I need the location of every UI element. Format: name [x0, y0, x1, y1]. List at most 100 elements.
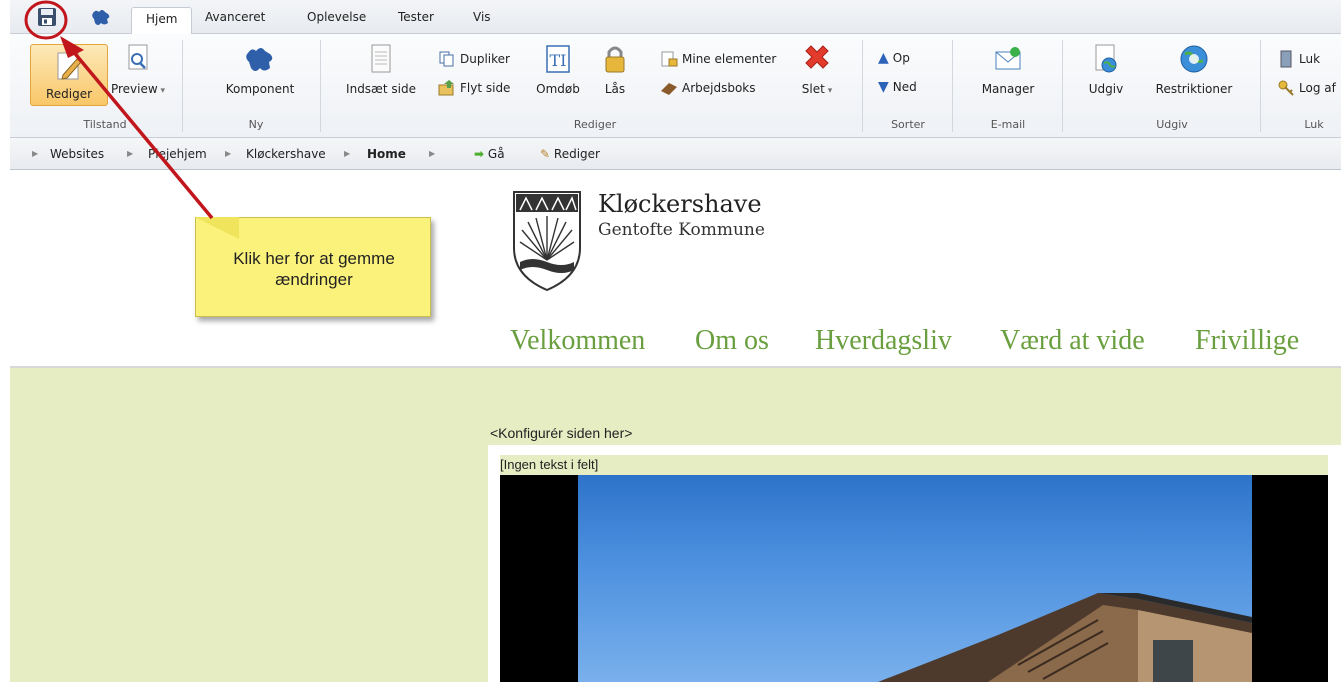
- dupliker-label: Dupliker: [460, 52, 510, 66]
- delete-icon: [800, 42, 834, 76]
- callout-fold: [195, 217, 239, 239]
- las-label: Lås: [604, 82, 626, 96]
- udgiv-label: Udgiv: [1088, 82, 1124, 96]
- email-icon: [991, 42, 1025, 76]
- arrow-right-icon: ➡: [474, 147, 485, 161]
- lock-icon: [598, 42, 632, 76]
- log-af-label: Log af: [1299, 81, 1336, 95]
- rediger-mode-button[interactable]: Rediger: [30, 44, 108, 106]
- group-label-email: E-mail: [990, 118, 1026, 131]
- empty-text-field[interactable]: [Ingen tekst i felt]: [500, 455, 1328, 475]
- divider: [182, 40, 183, 132]
- group-label-luk: Luk: [1304, 118, 1324, 131]
- tab-tester[interactable]: Tester: [398, 10, 434, 24]
- omdob-button[interactable]: TI Omdøb: [536, 42, 580, 96]
- restriktioner-button[interactable]: Restriktioner: [1144, 42, 1244, 96]
- edit-page-icon: [53, 51, 85, 86]
- svg-text:TI: TI: [550, 51, 567, 70]
- op-button[interactable]: ▲ Op: [878, 50, 910, 66]
- chevron-right-icon: ▶: [127, 149, 134, 158]
- page-icon: [364, 42, 398, 76]
- indsaet-side-label: Indsæt side: [346, 82, 416, 96]
- site-title: Kløckershave: [598, 190, 762, 218]
- group-label-udgiv: Udgiv: [1156, 118, 1188, 131]
- site-subtitle: Gentofte Kommune: [598, 220, 765, 240]
- log-af-button[interactable]: Log af: [1277, 79, 1336, 97]
- ga-button[interactable]: ➡ Gå: [474, 147, 505, 161]
- divider: [952, 40, 953, 132]
- udgiv-button[interactable]: Udgiv: [1082, 42, 1130, 96]
- tab-vis[interactable]: Vis: [473, 10, 491, 24]
- rediger-link[interactable]: ✎ Rediger: [540, 147, 600, 161]
- site-nav-om-os[interactable]: Om os: [695, 325, 769, 357]
- site-nav-frivillige[interactable]: Frivillige: [1195, 325, 1299, 357]
- ga-label: Gå: [487, 147, 505, 161]
- arbejdsboks-label: Arbejdsboks: [682, 81, 756, 95]
- building-photo[interactable]: [500, 475, 1328, 682]
- divider: [862, 40, 863, 132]
- rename-icon: TI: [541, 42, 575, 76]
- breadcrumb-klockershave[interactable]: Kløckershave: [246, 147, 326, 161]
- komponent-label: Komponent: [225, 82, 295, 96]
- coat-of-arms-logo: [512, 190, 582, 295]
- chevron-right-icon: ▶: [225, 149, 232, 158]
- tab-avanceret[interactable]: Avanceret: [205, 10, 265, 24]
- toolbox-icon: [661, 83, 677, 95]
- slet-button[interactable]: Slet ▾: [794, 42, 840, 96]
- chevron-right-icon: ▶: [344, 149, 351, 158]
- configure-page-link[interactable]: <Konfigurér siden her>: [490, 425, 632, 441]
- indsaet-side-button[interactable]: Indsæt side: [336, 42, 426, 96]
- group-label-rediger: Rediger: [573, 118, 617, 131]
- group-label-ny: Ny: [248, 118, 264, 131]
- arrow-up-icon: ▲: [878, 50, 889, 66]
- luk-button[interactable]: Luk: [1277, 50, 1320, 68]
- breadcrumb-home[interactable]: Home: [367, 147, 406, 161]
- preview-icon: [121, 42, 155, 76]
- las-button[interactable]: Lås: [598, 42, 632, 96]
- site-nav-hverdagsliv[interactable]: Hverdagsliv: [815, 325, 952, 357]
- komponent-button[interactable]: Komponent: [220, 42, 300, 96]
- flyt-side-button[interactable]: Flyt side: [438, 79, 510, 97]
- manager-button[interactable]: Manager: [972, 42, 1044, 96]
- ned-button[interactable]: ▼ Ned: [878, 79, 917, 95]
- my-elements-icon: [661, 51, 678, 67]
- chevron-down-icon: ▾: [157, 86, 166, 96]
- manager-label: Manager: [981, 82, 1035, 96]
- copy-icon: [439, 51, 454, 67]
- luk-label: Luk: [1299, 52, 1321, 66]
- group-label-sorter: Sorter: [891, 118, 925, 131]
- group-label-tilstand: Tilstand: [83, 118, 127, 131]
- op-label: Op: [892, 51, 910, 65]
- flyt-side-label: Flyt side: [460, 81, 511, 95]
- ribbon: Rediger Preview ▾ Tilstand Komponent Ny: [10, 34, 1341, 138]
- divider: [320, 40, 321, 132]
- globe-icon: [1177, 42, 1211, 76]
- breadcrumb-websites[interactable]: Websites: [50, 147, 104, 161]
- move-page-icon: [438, 80, 454, 96]
- rediger-mode-label: Rediger: [45, 87, 93, 101]
- chevron-down-icon: ▾: [824, 86, 833, 96]
- tab-oplevelse[interactable]: Oplevelse: [307, 10, 366, 24]
- arrow-down-icon: ▼: [878, 79, 889, 95]
- breadcrumb: ▶ Websites ▶ Plejehjem ▶ Kløckershave ▶ …: [10, 138, 1341, 170]
- photo-sky: [578, 475, 1252, 682]
- callout-text: Klik her for at gemme ændringer: [196, 248, 432, 290]
- dupliker-button[interactable]: Dupliker: [438, 50, 510, 68]
- site-nav-velkommen[interactable]: Velkommen: [510, 325, 645, 357]
- chevron-right-icon: ▶: [32, 149, 39, 158]
- publish-icon: [1089, 42, 1123, 76]
- mine-elementer-button[interactable]: Mine elementer: [660, 50, 776, 68]
- chevron-right-icon: ▶: [429, 149, 436, 158]
- mine-elementer-label: Mine elementer: [682, 52, 777, 66]
- puzzle-icon[interactable]: [90, 6, 112, 28]
- save-icon[interactable]: [36, 6, 58, 28]
- breadcrumb-plejehjem[interactable]: Plejehjem: [148, 147, 207, 161]
- arbejdsboks-button[interactable]: Arbejdsboks: [660, 79, 756, 97]
- ribbon-tabbar: Hjem Avanceret Oplevelse Tester Vis: [10, 0, 1341, 35]
- omdob-label: Omdøb: [536, 82, 580, 96]
- tab-hjem[interactable]: Hjem: [131, 7, 193, 35]
- restriktioner-label: Restriktioner: [1155, 82, 1233, 96]
- preview-button[interactable]: Preview ▾: [108, 42, 168, 96]
- site-nav-vaerd-at-vide[interactable]: Værd at vide: [1000, 325, 1145, 357]
- door-icon: [1280, 50, 1292, 68]
